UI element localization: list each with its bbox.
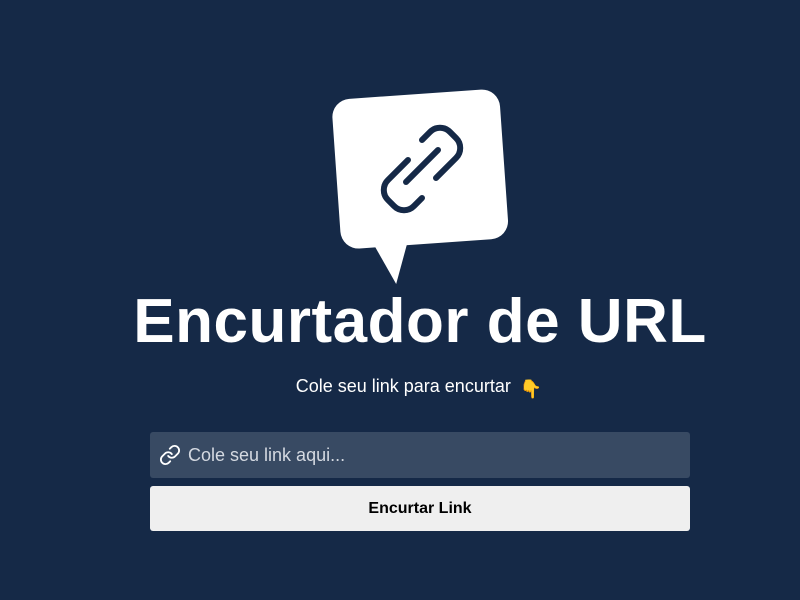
page: Encurtador de URL Cole seu link para enc… bbox=[0, 0, 800, 600]
pointing-down-emoji-icon: 👇 bbox=[519, 379, 543, 399]
subtitle-text: Cole seu link para encurtar bbox=[295, 376, 511, 396]
page-title: Encurtador de URL bbox=[133, 287, 707, 356]
page-subtitle: Cole seu link para encurtar 👇 bbox=[0, 374, 800, 401]
url-input-container[interactable] bbox=[150, 432, 690, 478]
url-input[interactable] bbox=[188, 432, 678, 478]
chain-link-speech-bubble-icon bbox=[332, 89, 509, 285]
link-icon bbox=[159, 444, 181, 466]
shorten-link-button[interactable]: Encurtar Link bbox=[150, 486, 690, 531]
